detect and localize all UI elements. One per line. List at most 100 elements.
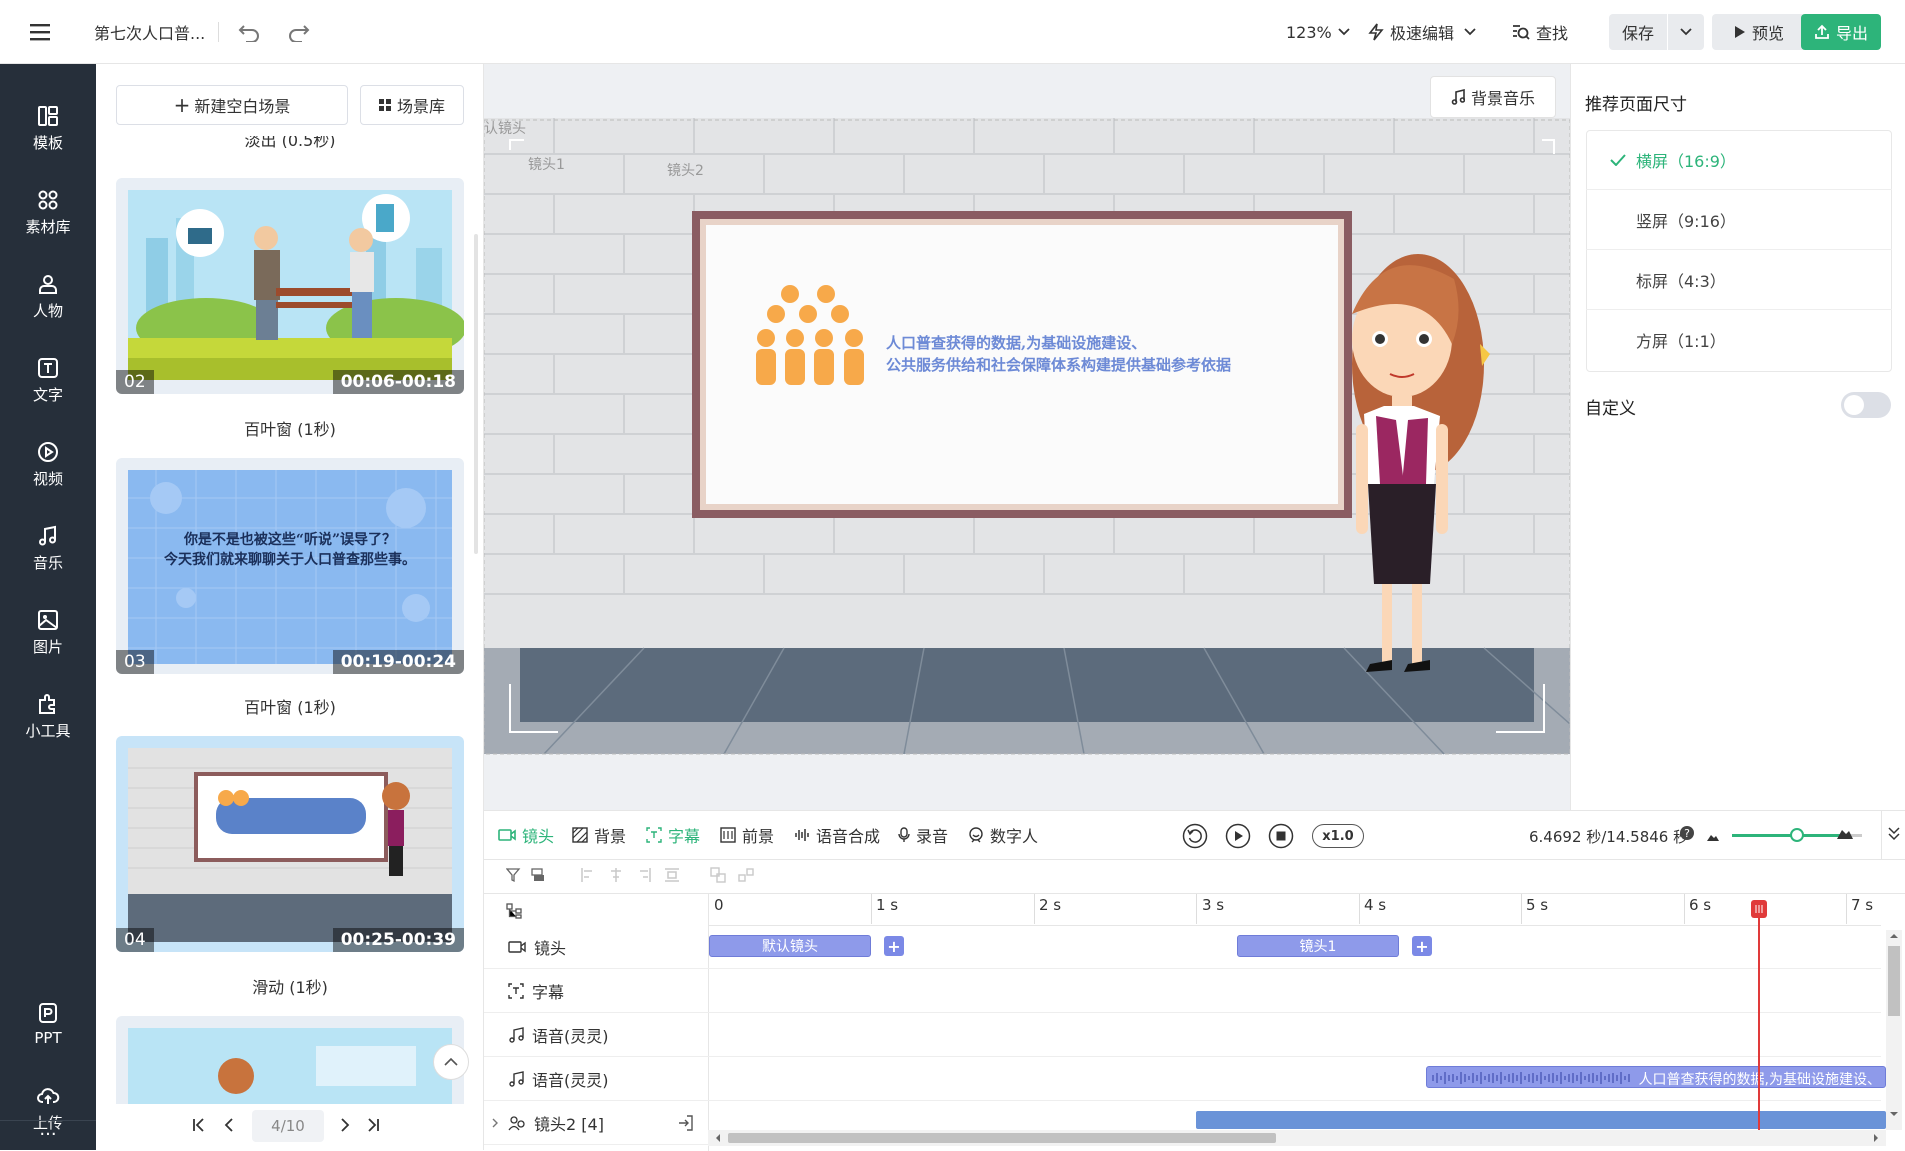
new-blank-scene-button[interactable]: + 新建空白场景 [116,85,348,125]
divider [0,1120,96,1121]
tab-shot[interactable]: 镜头 [498,811,554,859]
add-shot-button[interactable]: + [1412,936,1432,956]
board-text[interactable]: 人口普查获得的数据,为基础设施建设、 公共服务供给和社会保障体系构建提供基础参考… [886,332,1231,376]
tree-icon[interactable] [506,903,522,923]
rail-item-ppt[interactable]: PPT [0,982,96,1066]
find-button[interactable]: 查找 [1512,0,1568,64]
scene-card-02[interactable]: 02 00:06-00:18 [116,178,464,394]
track-voice-2[interactable]: 语音(灵灵) [484,1057,708,1101]
scene-card-04[interactable]: 04 00:25-00:39 [116,736,464,952]
collapse-icon[interactable] [1888,827,1900,845]
preview-button[interactable]: 预览 [1712,14,1806,50]
rail-item-template[interactable]: 模板 [0,86,96,170]
zoom-out-icon[interactable] [1706,828,1720,846]
scroll-top-button[interactable] [433,1044,469,1080]
clip-default-shot[interactable]: 默认镜头 [709,935,871,957]
scene-library-button[interactable]: 场景库 [360,85,464,125]
redo-icon[interactable] [288,0,310,64]
shot2-label[interactable]: 镜头2 [667,160,704,180]
divider [484,893,1905,894]
upload-icon [1815,24,1829,39]
export-button[interactable]: 导出 [1801,14,1881,50]
scene-thumbnail [128,190,464,380]
scene-card-05[interactable] [116,1016,464,1116]
background-music-button[interactable]: 背景音乐 [1430,76,1556,118]
track-subtitle[interactable]: 字幕 [484,969,708,1013]
edit-mode-select[interactable]: 极速编辑 [1368,0,1476,64]
horizontal-scrollbar[interactable] [708,1130,1886,1146]
undo-icon[interactable] [238,0,260,64]
speed-button[interactable]: x1.0 [1312,824,1364,848]
prev-page-icon[interactable] [224,1118,234,1136]
tab-subtitle[interactable]: 字幕 [646,811,700,859]
size-option-16-9[interactable]: 横屏（16:9） [1586,130,1892,190]
tab-tts[interactable]: 语音合成 [794,811,880,859]
align-left-icon [581,868,592,882]
rail-item-person[interactable]: 人物 [0,254,96,338]
rail-item-image[interactable]: 图片 [0,590,96,674]
rail-item-video[interactable]: 视频 [0,422,96,506]
project-title[interactable]: 第七次人口普... [94,0,205,64]
more-button[interactable]: ··· [0,1124,96,1146]
page-size-panel: 推荐页面尺寸 横屏（16:9） 竖屏（9:16） 标屏（4:3） 方屏（1:1）… [1570,64,1905,810]
next-page-icon[interactable] [340,1118,350,1136]
play-icon[interactable] [1225,823,1251,853]
rail-item-music[interactable]: 音乐 [0,506,96,590]
chevron-down-icon [1680,28,1692,36]
track-row-subtitle [708,969,1881,1013]
track-shot[interactable]: 镜头 [484,925,708,969]
scene-card-03[interactable]: 你是不是也被这些“听说”误导了？ 今天我们就来聊聊关于人口普查那些事。 03 0… [116,458,464,674]
custom-toggle[interactable] [1841,392,1891,418]
clip-shot1[interactable]: 镜头1 [1237,935,1399,957]
camera-icon [508,940,526,953]
rail-item-assets[interactable]: 素材库 [0,170,96,254]
filter-icon[interactable] [505,867,522,887]
grid-icon [378,99,391,111]
shot1-label[interactable]: 镜头1 [528,154,565,174]
tab-background[interactable]: 背景 [572,811,626,859]
tab-digital-human[interactable]: 数字人 [968,811,1038,859]
size-option-1-1[interactable]: 方屏（1:1） [1586,310,1892,370]
track-shot2-group[interactable]: 镜头2 [4] [484,1101,708,1145]
exit-group-icon[interactable] [678,1114,694,1131]
background-icon [572,827,588,843]
last-page-icon[interactable] [366,1118,380,1136]
help-icon[interactable]: ? [1680,826,1694,840]
track-voice-1[interactable]: 语音(灵灵) [484,1013,708,1057]
clip-shot2-group[interactable] [1196,1111,1886,1129]
menu-icon[interactable] [30,0,50,64]
ruler-line [1034,894,1035,924]
rewind-icon[interactable] [1182,823,1208,853]
scene-number: 04 [116,928,154,952]
save-dropdown-button[interactable] [1668,14,1704,50]
tab-foreground[interactable]: 前景 [720,811,774,859]
rail-item-text[interactable]: 文字 [0,338,96,422]
clip-voice[interactable]: 人口普查获得的数据,为基础设施建设、 [1426,1066,1886,1088]
size-option-9-16[interactable]: 竖屏（9:16） [1586,190,1892,250]
vertical-scrollbar[interactable] [1886,930,1902,1130]
zoom-select[interactable]: 123% [1286,0,1350,64]
top-bar: 第七次人口普... 123% 极速编辑 查找 保存 预览 导出 [0,0,1905,64]
transition-label[interactable]: 百叶窗 (1秒) [116,694,464,718]
page-indicator[interactable]: 4/10 [252,1110,324,1142]
zoom-in-icon[interactable] [1836,826,1854,844]
layers-icon[interactable] [530,867,546,887]
save-button[interactable]: 保存 [1609,14,1667,50]
align-right-icon [640,868,651,882]
rail-item-tools[interactable]: 小工具 [0,674,96,758]
playhead-handle[interactable] [1751,900,1767,918]
zoom-slider-track[interactable] [1732,834,1842,837]
puzzle-icon [39,693,55,714]
preview-label: 预览 [1751,24,1784,43]
transition-label[interactable]: 百叶窗 (1秒) [116,416,464,440]
tab-record[interactable]: 录音 [898,811,948,859]
zoom-slider-handle[interactable] [1790,828,1804,842]
transition-label[interactable]: 滑动 (1秒) [116,974,464,998]
add-shot-button[interactable]: + [884,936,904,956]
scene-thumbnail [128,748,452,942]
stop-icon[interactable] [1268,823,1294,853]
editor-canvas[interactable]: 默认镜头 镜头1 镜头2 人口普查获得的数据,为基础设施建设、 公共服务供给和社… [484,64,1570,810]
first-page-icon[interactable] [192,1118,206,1136]
scrollbar[interactable] [474,234,478,554]
size-option-4-3[interactable]: 标屏（4:3） [1586,250,1892,310]
